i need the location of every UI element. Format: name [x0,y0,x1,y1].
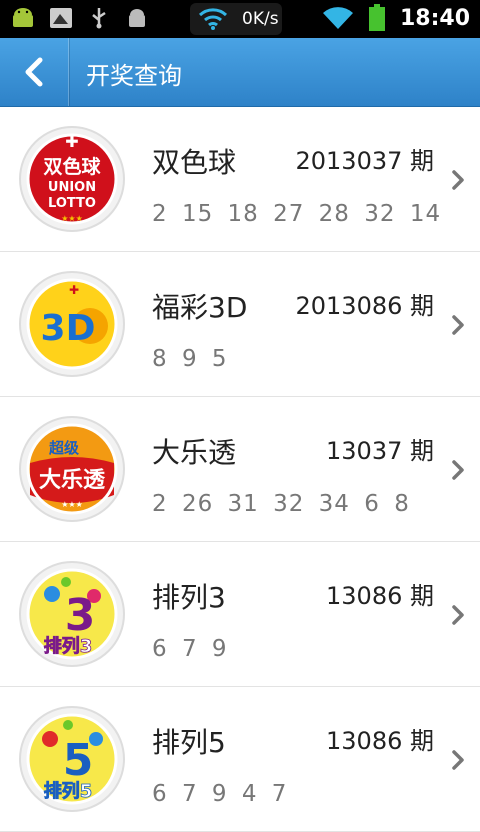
lottery-row-daletou[interactable]: 超级 大乐透 ★★★ 大乐透 13037 期 2 26 31 32 34 6 8 [0,397,480,542]
lottery-period: 13086 期 [326,582,434,610]
lottery-numbers: 6 7 9 4 7 [152,781,288,807]
logo-text: 5 [63,735,94,786]
network-speed: 0K/s [242,9,279,29]
lottery-name: 排列5 [152,726,226,759]
title-divider [68,38,69,106]
logo-text: 3D [41,308,96,349]
daletou-logo-icon: 超级 大乐透 ★★★ [19,416,125,522]
clock: 18:40 [399,5,470,31]
logo-text: 大乐透 [39,468,106,493]
title-bar: 开奖查询 [0,38,480,107]
lottery-row-pailie5[interactable]: 5 排列5 排列5 13086 期 6 7 9 4 7 [0,687,480,832]
network-speed-indicator: 0K/s [190,3,282,35]
lottery-row-pailie3[interactable]: 3 排列3 排列3 13086 期 6 7 9 [0,542,480,687]
chevron-right-icon [452,605,464,625]
logo-text: 排列3 [44,635,93,657]
lottery-row-shuangseqiu[interactable]: ✚ 双色球 UNION LOTTO ★★★ 双色球 2013037 期 2 15… [0,107,480,252]
chevron-right-icon [452,170,464,190]
lottery-name: 双色球 [152,146,237,179]
lottery-period: 2013037 期 [295,147,434,175]
logo-text: 双色球 [43,155,101,178]
lottery-name: 排列3 [152,581,226,614]
lottery-numbers: 2 26 31 32 34 6 8 [152,491,410,517]
logo-text: 3 [65,590,96,641]
android-icon [129,9,145,27]
lottery-numbers: 2 15 18 27 28 32 14 [152,201,442,227]
battery-icon [368,4,385,31]
gallery-notification-icon [50,8,72,28]
lottery-row-fucai3d[interactable]: 3D ✚ 福彩3D 2013086 期 8 9 5 [0,252,480,397]
svg-text:✚: ✚ [69,283,79,297]
svg-text:★★★: ★★★ [61,214,83,223]
lottery-name: 福彩3D [152,291,248,324]
usb-icon [92,8,106,29]
lottery-numbers: 6 7 9 [152,636,228,662]
shuangseqiu-logo-icon: ✚ 双色球 UNION LOTTO ★★★ [19,126,125,232]
android-debug-icon [13,8,33,27]
pailie3-logo-icon: 3 排列3 [19,561,125,667]
svg-text:★★★: ★★★ [61,500,83,509]
chevron-right-icon [452,460,464,480]
status-bar: 0K/s 18:40 [0,0,480,38]
lottery-period: 2013086 期 [295,292,434,320]
lottery-list: ✚ 双色球 UNION LOTTO ★★★ 双色球 2013037 期 2 15… [0,107,480,832]
logo-text: UNION [48,180,96,195]
page-title: 开奖查询 [86,62,182,90]
chevron-right-icon [452,315,464,335]
lottery-numbers: 8 9 5 [152,346,228,372]
logo-text: 排列5 [44,780,93,802]
fucai3d-logo-icon: 3D ✚ [19,271,125,377]
logo-text: LOTTO [48,196,96,211]
pailie5-logo-icon: 5 排列5 [19,706,125,812]
wifi-icon [322,7,353,30]
wifi-activity-icon [198,8,228,30]
logo-text: 超级 [48,439,80,457]
lottery-period: 13086 期 [326,727,434,755]
lottery-name: 大乐透 [152,436,237,469]
lottery-period: 13037 期 [326,437,434,465]
back-button[interactable] [18,52,54,92]
svg-text:✚: ✚ [65,132,78,151]
chevron-right-icon [452,750,464,770]
